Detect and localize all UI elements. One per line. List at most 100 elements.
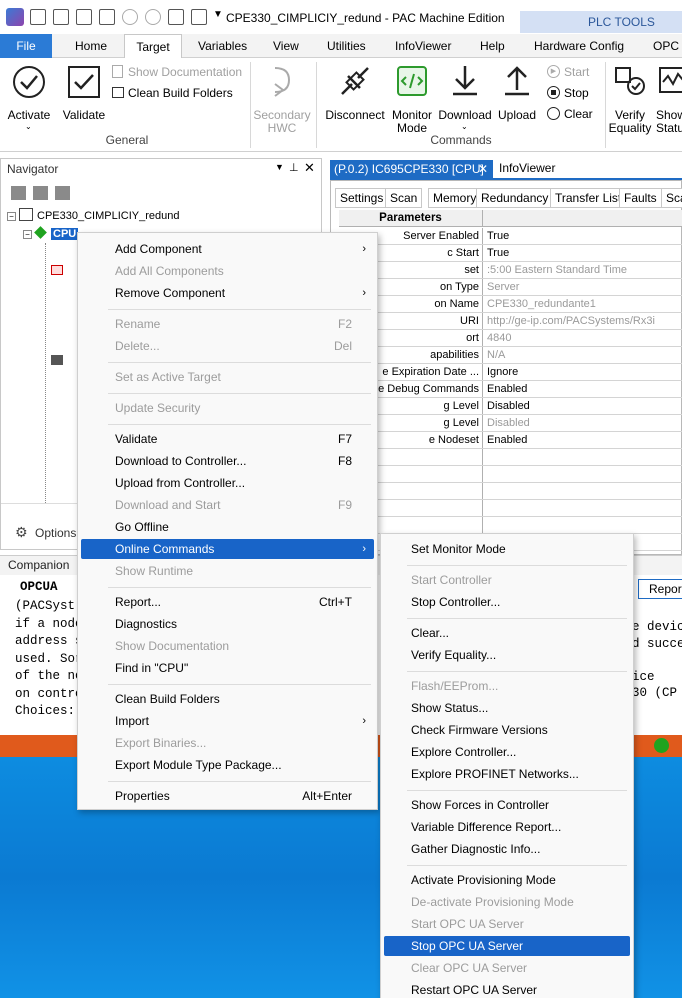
secondary-hwc-button[interactable]: Secondary HWC: [252, 62, 312, 135]
subtab-settings[interactable]: Settings: [335, 188, 389, 208]
tab-opc-ua[interactable]: OPC U: [653, 34, 682, 77]
menu-item-properties[interactable]: Properties Alt+Enter: [81, 786, 374, 806]
cut-icon[interactable]: [99, 9, 115, 25]
tab-home[interactable]: Home: [75, 34, 107, 58]
tab-view[interactable]: View: [273, 34, 299, 58]
show-status-button[interactable]: Show Statu: [654, 62, 682, 132]
tab-infoviewer[interactable]: InfoViewer: [395, 34, 451, 58]
menu-item-restart-opc-ua-server[interactable]: Restart OPC UA Server: [384, 980, 630, 998]
property-row[interactable]: e Debug Commands Enabled: [339, 381, 682, 398]
subtab-transfer-list[interactable]: Transfer List: [550, 188, 627, 208]
menu-item-verify-equality[interactable]: Verify Equality...: [384, 645, 630, 665]
properties-icon[interactable]: [191, 9, 207, 25]
menu-item-go-offline[interactable]: Go Offline: [81, 517, 374, 537]
tree-node-cpu[interactable]: − CPU: [23, 225, 79, 243]
tree-node-project[interactable]: − CPE330_CIMPLICIY_redund: [7, 207, 179, 225]
disconnect-button[interactable]: Disconnect: [322, 62, 388, 132]
subtab-scan-sets[interactable]: Sca: [661, 188, 682, 208]
property-value[interactable]: True: [487, 228, 509, 244]
menu-item-export-module-type-package[interactable]: Export Module Type Package...: [81, 755, 374, 775]
property-row[interactable]: Server Enabled True: [339, 228, 682, 245]
clean-build-folders-button[interactable]: Clean Build Folders: [110, 84, 248, 102]
show-documentation-button[interactable]: Show Documentation: [110, 63, 248, 81]
quick-access-dropdown-icon[interactable]: ▼: [213, 9, 223, 20]
activate-button[interactable]: Activate ⌄: [4, 62, 54, 132]
report-tab[interactable]: Repor: [638, 579, 682, 599]
clear-button[interactable]: Clear: [545, 105, 603, 123]
close-project-icon[interactable]: [76, 9, 92, 25]
menu-item-explore-profinet-networks[interactable]: Explore PROFINET Networks...: [384, 764, 630, 784]
subtab-redundancy[interactable]: Redundancy: [476, 188, 554, 208]
menu-item-import[interactable]: Import ›: [81, 711, 374, 731]
property-row[interactable]: set:5:00 Eastern Standard Time: [339, 262, 682, 279]
menu-item-clean-build-folders[interactable]: Clean Build Folders: [81, 689, 374, 709]
menu-item-stop-controller[interactable]: Stop Controller...: [384, 592, 630, 612]
menu-item-online-commands[interactable]: Online Commands ›: [81, 539, 374, 559]
menu-item-add-component[interactable]: Add Component ›: [81, 239, 374, 259]
property-value[interactable]: Ignore: [487, 364, 518, 380]
tab-file[interactable]: File: [0, 34, 52, 58]
property-row[interactable]: on Name CPE330_redundante1: [339, 296, 682, 313]
upload-button[interactable]: Upload: [494, 62, 540, 132]
tab-help[interactable]: Help: [480, 34, 505, 58]
property-row[interactable]: c Start True: [339, 245, 682, 262]
app-icon[interactable]: [6, 8, 24, 26]
tab-cpu-properties[interactable]: (P.0.2) IC695CPE330 [CPU] ✕: [330, 160, 493, 178]
download-button[interactable]: Download ⌄: [436, 62, 494, 132]
property-row[interactable]: ort 4840: [339, 330, 682, 347]
property-value[interactable]: Enabled: [487, 381, 527, 397]
undo-icon[interactable]: [122, 9, 138, 25]
property-row[interactable]: apabilities N/A: [339, 347, 682, 364]
close-icon[interactable]: ✕: [304, 160, 315, 176]
verify-equality-button[interactable]: Verify Equality: [606, 62, 654, 135]
tab-infoviewer-doc[interactable]: InfoViewer: [499, 161, 555, 175]
menu-item-explore-controller[interactable]: Explore Controller...: [384, 742, 630, 762]
property-row[interactable]: on Type Server: [339, 279, 682, 296]
collapse-icon[interactable]: −: [7, 212, 16, 221]
property-row[interactable]: e Expiration Date ... Ignore: [339, 364, 682, 381]
tab-target[interactable]: Target: [124, 34, 182, 59]
menu-item-set-monitor-mode[interactable]: Set Monitor Mode: [384, 539, 630, 559]
tab-hardware-config[interactable]: Hardware Config: [534, 34, 624, 58]
pin-icon[interactable]: ⊥: [289, 161, 299, 174]
menu-item-report[interactable]: Report... Ctrl+T: [81, 592, 374, 612]
property-value[interactable]: Disabled: [487, 398, 530, 414]
stop-button[interactable]: Stop: [545, 84, 603, 102]
property-row[interactable]: URI http://ge-ip.com/PACSystems/Rx3i: [339, 313, 682, 330]
dropdown-icon[interactable]: ▼: [275, 162, 284, 172]
property-value[interactable]: Enabled: [487, 432, 527, 448]
property-row[interactable]: g Level Disabled: [339, 415, 682, 432]
subtab-scan[interactable]: Scan: [385, 188, 423, 208]
menu-item-activate-provisioning-mode[interactable]: Activate Provisioning Mode: [384, 870, 630, 890]
menu-item-variable-difference-report[interactable]: Variable Difference Report...: [384, 817, 630, 837]
menu-item-gather-diagnostic-info[interactable]: Gather Diagnostic Info...: [384, 839, 630, 859]
property-row[interactable]: e Nodeset Enabled: [339, 432, 682, 449]
menu-item-check-firmware-versions[interactable]: Check Firmware Versions: [384, 720, 630, 740]
menu-item-remove-component[interactable]: Remove Component ›: [81, 283, 374, 303]
validate-button[interactable]: Validate: [58, 62, 110, 132]
property-value[interactable]: True: [487, 245, 509, 261]
toolchest-view-icon[interactable]: [55, 186, 70, 200]
menu-item-show-status[interactable]: Show Status...: [384, 698, 630, 718]
collapse-icon[interactable]: −: [23, 230, 32, 239]
redo-icon[interactable]: [145, 9, 161, 25]
tree-view-icon[interactable]: [11, 186, 26, 200]
menu-item-diagnostics[interactable]: Diagnostics: [81, 614, 374, 634]
menu-item-download-to-controller[interactable]: Download to Controller... F8: [81, 451, 374, 471]
menu-item-find-in-cpu[interactable]: Find in "CPU": [81, 658, 374, 678]
close-icon[interactable]: ✕: [478, 160, 488, 178]
tab-variables[interactable]: Variables: [198, 34, 247, 58]
menu-item-upload-from-controller[interactable]: Upload from Controller...: [81, 473, 374, 493]
menu-item-stop-opc-ua-server[interactable]: Stop OPC UA Server: [384, 936, 630, 956]
menu-item-clear[interactable]: Clear...: [384, 623, 630, 643]
save-all-icon[interactable]: [53, 9, 69, 25]
monitor-mode-button[interactable]: Monitor Mode: [388, 62, 436, 135]
menu-item-validate[interactable]: Validate F7: [81, 429, 374, 449]
subtab-memory[interactable]: Memory: [428, 188, 482, 208]
menu-item-show-forces-in-controller[interactable]: Show Forces in Controller: [384, 795, 630, 815]
tab-utilities[interactable]: Utilities: [327, 34, 366, 58]
start-button[interactable]: ▶ Start: [545, 63, 603, 81]
property-row[interactable]: g Level Disabled: [339, 398, 682, 415]
project-view-icon[interactable]: [33, 186, 48, 200]
save-icon[interactable]: [30, 9, 46, 25]
